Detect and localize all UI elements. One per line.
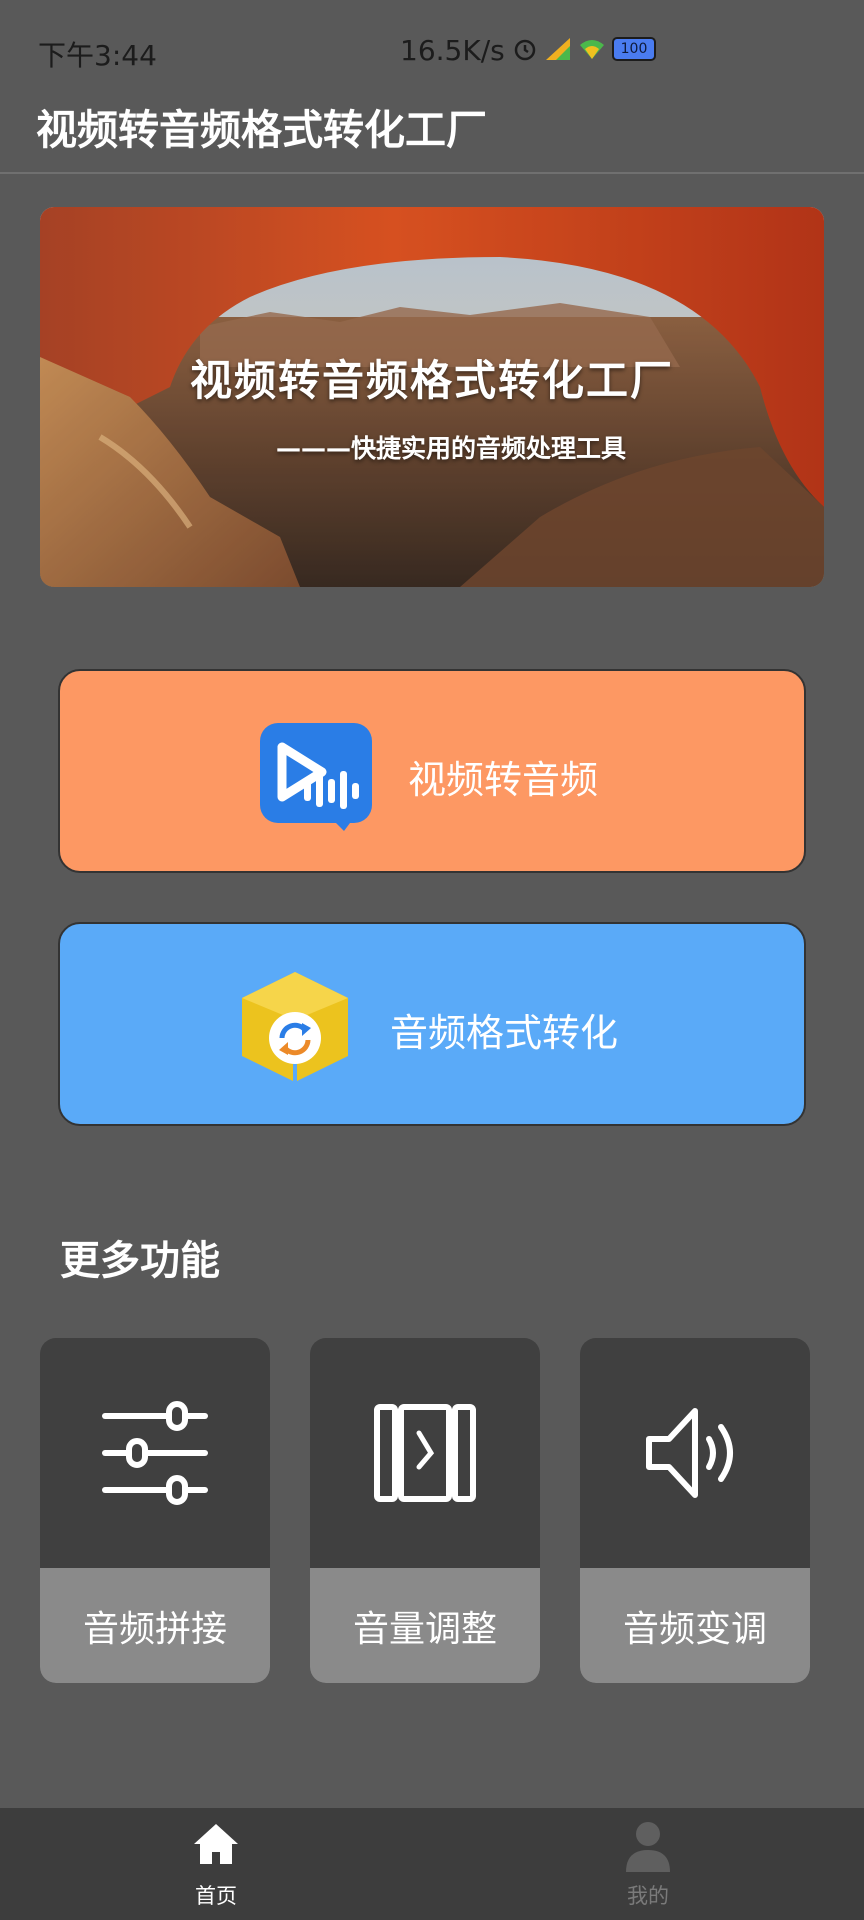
status-time: 下午3:44 xyxy=(38,39,157,72)
wifi-icon xyxy=(580,40,604,59)
banner-title: 视频转音频格式转化工厂 xyxy=(190,356,675,405)
battery-indicator: 100 xyxy=(612,37,656,61)
video-to-audio-label: 视频转音频 xyxy=(408,758,599,802)
nav-mine[interactable]: 我的 xyxy=(548,1808,748,1920)
speaker-icon xyxy=(646,1408,733,1498)
pitch-change-card[interactable]: 音频变调 xyxy=(580,1338,810,1683)
volume-panel-icon xyxy=(374,1404,476,1502)
sliders-icon xyxy=(102,1401,208,1505)
user-icon xyxy=(626,1822,670,1872)
nav-home-label: 首页 xyxy=(195,1884,237,1908)
volume-adjust-label: 音量调整 xyxy=(310,1568,540,1683)
video-to-audio-button[interactable]: 视频转音频 xyxy=(58,669,806,873)
status-icons: 100 xyxy=(512,36,656,62)
more-features-title: 更多功能 xyxy=(60,1238,220,1284)
header-divider xyxy=(0,172,864,174)
hero-banner[interactable]: 视频转音频格式转化工厂 ———快捷实用的音频处理工具 xyxy=(40,207,824,587)
banner-subtitle: ———快捷实用的音频处理工具 xyxy=(276,434,627,463)
audio-splice-label: 音频拼接 xyxy=(40,1568,270,1683)
network-speed: 16.5K/s xyxy=(400,34,505,67)
pitch-change-label: 音频变调 xyxy=(580,1568,810,1683)
format-convert-icon xyxy=(242,972,348,1082)
alarm-icon xyxy=(514,39,536,61)
audio-format-convert-button[interactable]: 音频格式转化 xyxy=(58,922,806,1126)
bottom-nav: 首页 我的 xyxy=(0,1808,864,1920)
audio-format-convert-label: 音频格式转化 xyxy=(390,1011,619,1055)
nav-home[interactable]: 首页 xyxy=(116,1808,316,1920)
home-icon xyxy=(194,1824,238,1864)
nav-mine-label: 我的 xyxy=(627,1884,669,1908)
status-bar: 下午3:44 16.5K/s 100 xyxy=(0,0,864,100)
audio-splice-card[interactable]: 音频拼接 xyxy=(40,1338,270,1683)
volume-adjust-card[interactable]: 音量调整 xyxy=(310,1338,540,1683)
signal-icon xyxy=(546,38,570,60)
page-title: 视频转音频格式转化工厂 xyxy=(36,106,487,154)
video-audio-icon xyxy=(260,723,372,831)
